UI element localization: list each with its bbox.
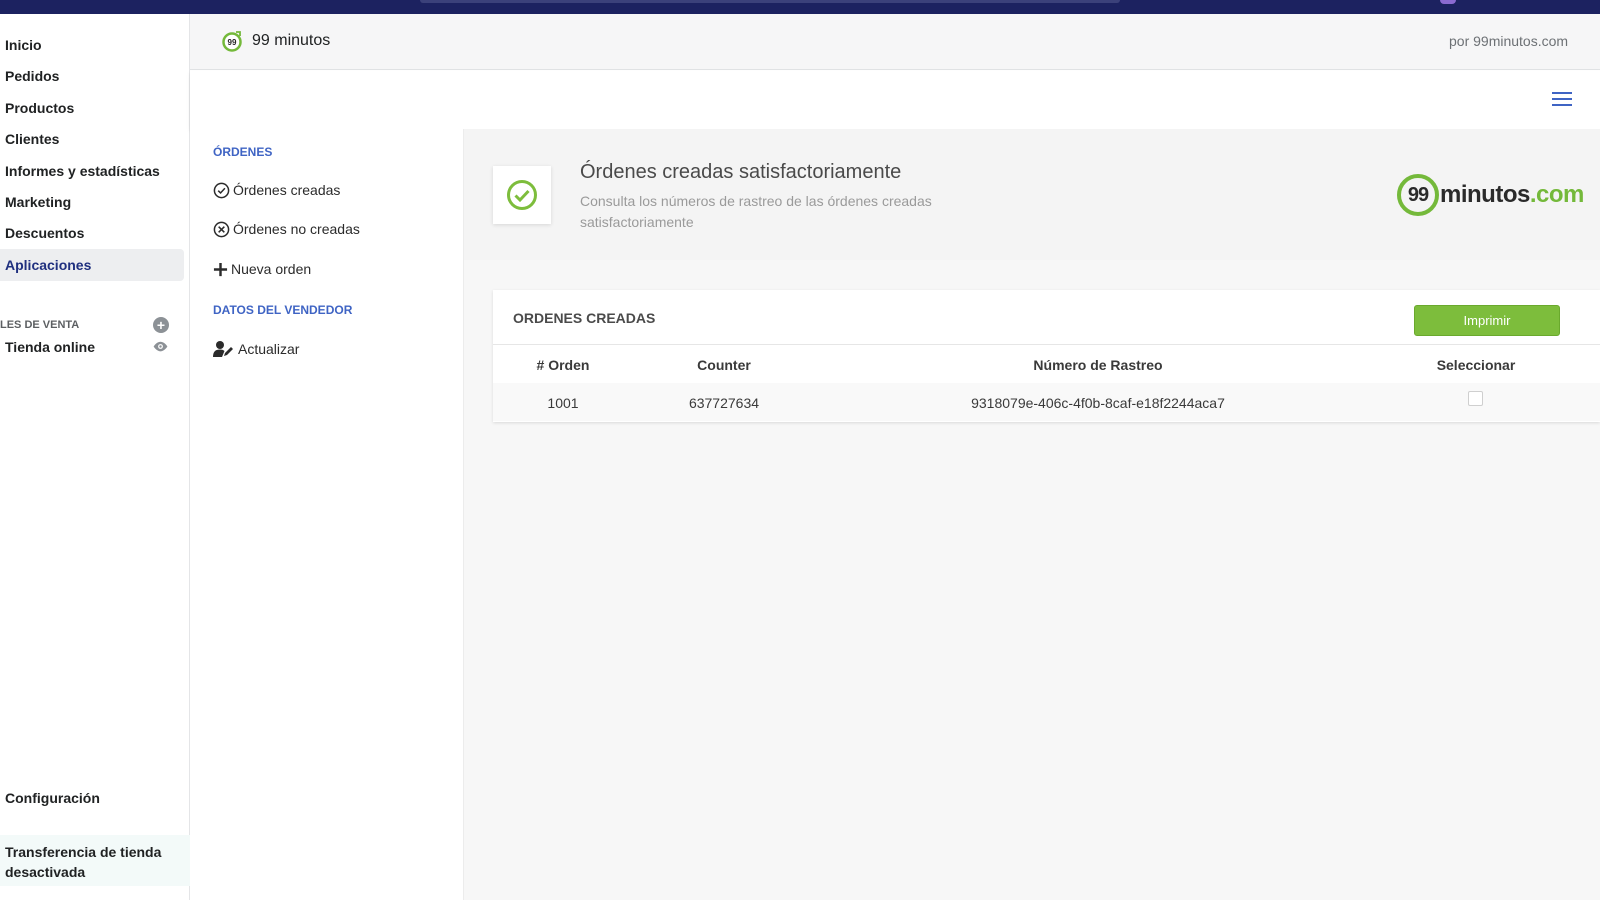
sales-channels-text: LES DE VENTA [0, 319, 80, 331]
app-logo-badge: 99 [228, 38, 237, 47]
nav-item-productos[interactable]: Productos [0, 92, 184, 124]
column-header-counter: Counter [697, 357, 751, 373]
order-number: 1001 [547, 395, 579, 411]
brand-tld: .com [1529, 181, 1585, 208]
banner-description: Consulta los números de rastreo de las ó… [580, 193, 932, 230]
nav-item-configuracion[interactable]: Configuración [0, 782, 184, 814]
sidebar-item-actualizar[interactable]: Actualizar [213, 338, 299, 360]
nav-item-aplicaciones[interactable]: Aplicaciones [0, 249, 184, 281]
sidebar-item-ordenes-no-creadas[interactable]: Órdenes no creadas [213, 218, 360, 240]
sidebar-item-ordenes-creadas[interactable]: Órdenes creadas [213, 179, 340, 201]
orders-card: ORDENES CREADAS Imprimir # Orden Counter… [493, 290, 1600, 422]
print-button[interactable]: Imprimir [1414, 305, 1560, 336]
column-header-orden: # Orden [536, 357, 590, 373]
x-circle-icon [213, 221, 230, 237]
tienda-online-label: Tienda online [5, 339, 95, 355]
nav-item-marketing[interactable]: Marketing [0, 186, 184, 218]
success-banner: Órdenes creadas satisfactoriamente Consu… [464, 129, 1600, 260]
vendor-heading: DATOS DEL VENDEDOR [213, 303, 353, 317]
select-row-checkbox[interactable] [1468, 391, 1483, 406]
store-transfer-text: Transferencia de tienda desactivada [5, 844, 162, 880]
app-title: 99 minutos [252, 32, 331, 49]
app-author: por 99minutos.com [1449, 33, 1569, 49]
brand-logo: 99 minutos.com [1397, 172, 1600, 220]
user-edit-icon [213, 341, 233, 357]
nueva-orden-label: Nueva orden [231, 261, 312, 277]
ordenes-no-creadas-label: Órdenes no creadas [233, 221, 360, 237]
nav-item-pedidos[interactable]: Pedidos [0, 60, 184, 92]
actualizar-label: Actualizar [238, 341, 300, 357]
brand-ring: 99 [1397, 174, 1439, 216]
card-divider [493, 344, 1600, 345]
check-circle-icon [213, 182, 230, 198]
top-bar [0, 0, 1600, 14]
order-counter: 637727634 [688, 395, 760, 411]
main-content: Órdenes creadas satisfactoriamente Consu… [464, 129, 1600, 900]
store-transfer-notice[interactable]: Transferencia de tienda desactivada [0, 835, 190, 886]
brand-name: minutos [1440, 181, 1530, 208]
app-header: 99 99 minutos por 99minutos.com [190, 14, 1600, 70]
nav-item-descuentos[interactable]: Descuentos [0, 217, 184, 249]
app-toolbar [190, 71, 1600, 129]
app-sidebar: ÓRDENES Órdenes creadas Órdenes no cread… [190, 129, 464, 900]
column-header-seleccionar: Seleccionar [1436, 357, 1516, 373]
eye-icon[interactable] [152, 341, 169, 352]
plus-icon [213, 262, 228, 276]
menu-icon[interactable] [1552, 91, 1572, 107]
tracking-number: 9318079e-406c-4f0b-8caf-e18f2244aca7 [971, 395, 1225, 411]
ordenes-creadas-label: Órdenes creadas [233, 182, 341, 198]
avatar[interactable] [1440, 0, 1456, 4]
nav-item-inicio[interactable]: Inicio [0, 29, 184, 61]
success-card [493, 166, 551, 224]
sidebar-item-nueva-orden[interactable]: Nueva orden [213, 258, 311, 280]
admin-sidebar: Inicio Pedidos Productos Clientes Inform… [0, 14, 190, 900]
search-bar[interactable] [420, 0, 1120, 3]
orders-heading: ÓRDENES [213, 145, 273, 159]
column-header-rastreo: Número de Rastreo [1033, 357, 1163, 373]
nav-item-tienda-online[interactable]: Tienda online [0, 331, 184, 363]
app-logo-icon: 99 [222, 31, 242, 52]
success-check-icon [507, 180, 537, 210]
brand-wordmark: minutos.com [1440, 181, 1584, 209]
banner-title: Órdenes creadas satisfactoriamente [580, 161, 902, 183]
table-row: 1001 637727634 9318079e-406c-4f0b-8caf-e… [493, 383, 1600, 421]
nav-item-clientes[interactable]: Clientes [0, 123, 184, 155]
orders-card-title: ORDENES CREADAS [513, 310, 656, 326]
nav-item-informes[interactable]: Informes y estadísticas [0, 155, 184, 187]
